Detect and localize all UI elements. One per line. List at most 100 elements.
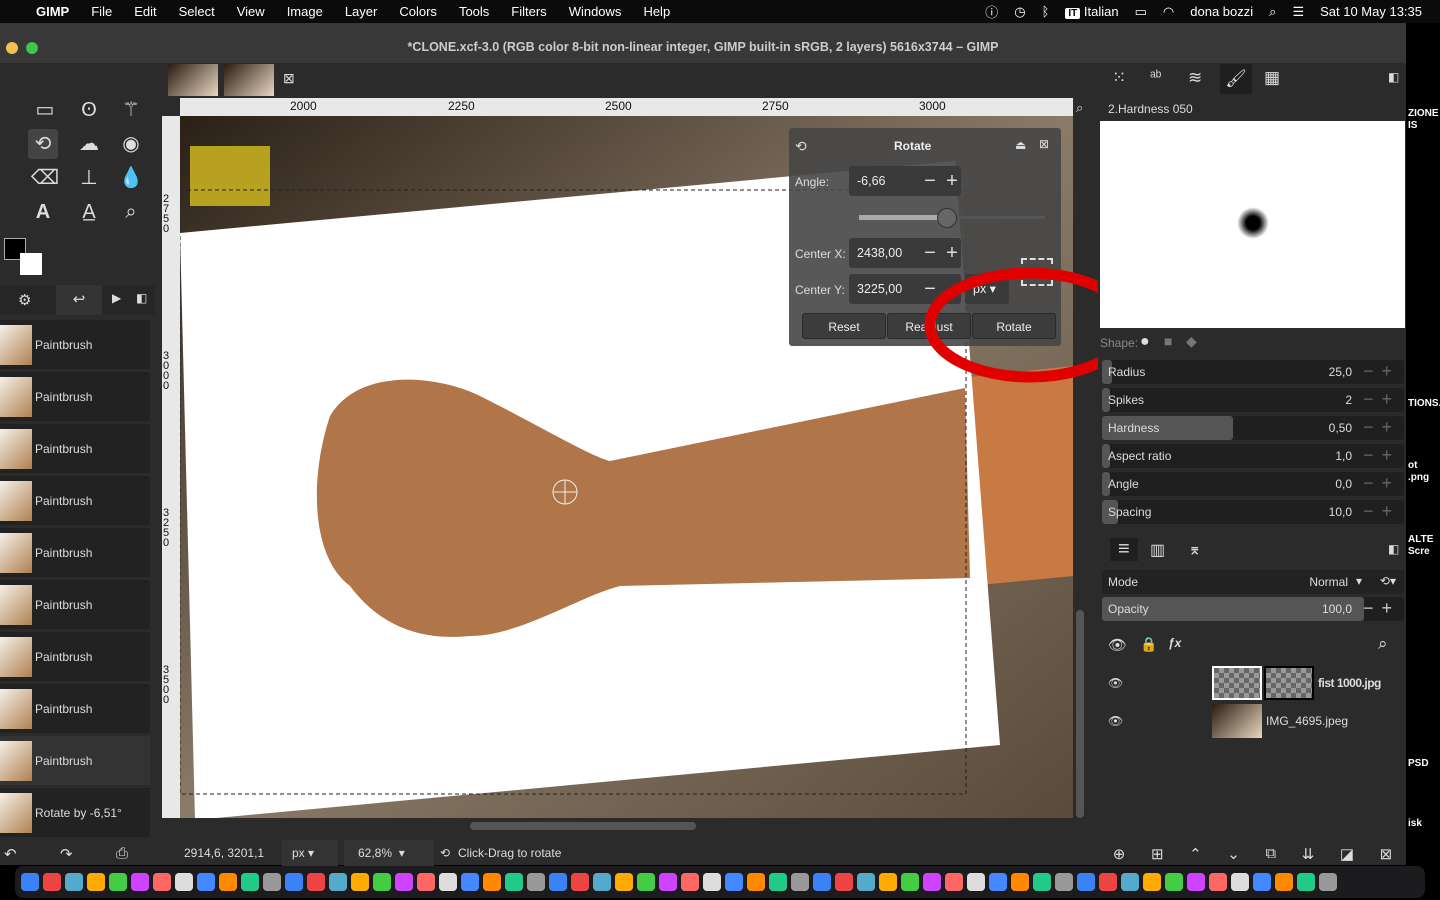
duplicate-layer-icon[interactable]: ⧉: [1265, 845, 1276, 865]
paint-tab-icon[interactable]: 🖌: [1220, 64, 1252, 94]
shape-diamond-icon[interactable]: ◆: [1186, 333, 1197, 350]
panel-menu-icon[interactable]: ◧: [1388, 70, 1399, 84]
spotlight-icon[interactable]: ⌕: [1269, 4, 1276, 20]
close-tab-icon[interactable]: ⊠: [283, 70, 295, 87]
history-item[interactable]: Paintbrush: [0, 632, 150, 682]
dock-app-icon[interactable]: [153, 873, 171, 891]
dock-app-icon[interactable]: [901, 873, 919, 891]
dock-app-icon[interactable]: [1187, 873, 1205, 891]
merge-layer-icon[interactable]: ⇊: [1302, 845, 1315, 865]
panel-menu-icon[interactable]: ◧: [136, 291, 147, 305]
delete-layer-icon[interactable]: ⊠: [1380, 845, 1393, 865]
desktop-label[interactable]: ZIONE: [1408, 108, 1440, 120]
background-color[interactable]: [20, 253, 42, 275]
raise-layer-icon[interactable]: ⌃: [1189, 845, 1202, 865]
dock-app-icon[interactable]: [1209, 873, 1227, 891]
undo-history-tab-icon[interactable]: ↩: [56, 285, 102, 315]
vertical-scrollbar[interactable]: [1076, 610, 1084, 818]
dock-app-icon[interactable]: [1253, 873, 1271, 891]
dock-app-icon[interactable]: [1055, 873, 1073, 891]
dock-app-icon[interactable]: [857, 873, 875, 891]
dock-app-icon[interactable]: [197, 873, 215, 891]
clock[interactable]: Sat 10 May 13:35: [1320, 4, 1422, 19]
dock-app-icon[interactable]: [593, 873, 611, 891]
layers-tab-icon[interactable]: ≡: [1110, 538, 1138, 561]
dock-app-icon[interactable]: [967, 873, 985, 891]
dock-app-icon[interactable]: [835, 873, 853, 891]
menu-view[interactable]: View: [237, 4, 265, 19]
visibility-header-icon[interactable]: 👁: [1108, 636, 1127, 654]
dock-app-icon[interactable]: [329, 873, 347, 891]
eye-icon[interactable]: 👁: [1108, 676, 1212, 690]
new-group-icon[interactable]: ⊞: [1151, 845, 1164, 865]
layer-row[interactable]: 👁 IMG_4695.jpeg: [1102, 702, 1404, 740]
dock-app-icon[interactable]: [21, 873, 39, 891]
menu-app[interactable]: GIMP: [36, 4, 69, 19]
bluetooth-icon[interactable]: ᛒ: [1042, 4, 1050, 19]
desktop-label[interactable]: ot: [1408, 460, 1440, 472]
paths-tab-icon[interactable]: ⌆: [1188, 540, 1201, 560]
dock-app-icon[interactable]: [483, 873, 501, 891]
dock-app-icon[interactable]: [43, 873, 61, 891]
dock-app-icon[interactable]: [813, 873, 831, 891]
eraser-icon[interactable]: ⌫: [30, 163, 60, 193]
user-name[interactable]: dona bozzi: [1190, 4, 1253, 19]
pin-icon[interactable]: ⏏: [1015, 138, 1026, 152]
history-item[interactable]: Paintbrush: [0, 580, 150, 630]
dock-app-icon[interactable]: [615, 873, 633, 891]
history-item[interactable]: Paintbrush: [0, 476, 150, 526]
history-item[interactable]: Paintbrush: [0, 528, 150, 578]
desktop-label[interactable]: .png: [1408, 472, 1440, 484]
panel-menu-icon[interactable]: ◧: [1388, 542, 1399, 556]
smudge-icon[interactable]: 💧: [116, 163, 146, 193]
clone-icon[interactable]: ⊥: [74, 163, 104, 193]
zoom-canvas-icon[interactable]: ⌕: [1076, 100, 1083, 116]
angle-decrease[interactable]: −: [919, 166, 941, 196]
dock-app-icon[interactable]: [263, 873, 281, 891]
brush-option-hardness[interactable]: Hardness 0,50 −+: [1102, 416, 1404, 440]
redo-icon[interactable]: ↷: [60, 845, 73, 863]
brush-option-aspect-ratio[interactable]: Aspect ratio 1,0 −+: [1102, 444, 1404, 468]
menu-windows[interactable]: Windows: [569, 4, 622, 19]
dock-app-icon[interactable]: [791, 873, 809, 891]
shape-square-icon[interactable]: ■: [1164, 333, 1172, 349]
menu-help[interactable]: Help: [643, 4, 670, 19]
dock-app-icon[interactable]: [1033, 873, 1051, 891]
option-stepper[interactable]: −+: [1363, 473, 1400, 494]
option-stepper[interactable]: −+: [1363, 361, 1400, 382]
history-item[interactable]: Rotate by -6,51°: [0, 788, 150, 838]
input-source[interactable]: IT Italian: [1065, 4, 1119, 19]
dock-app-icon[interactable]: [395, 873, 413, 891]
layer-row[interactable]: 👁 fist 1000.jpg: [1102, 664, 1404, 702]
desktop-label[interactable]: TIONS.: [1408, 398, 1440, 410]
dock-app-icon[interactable]: [461, 873, 479, 891]
dock-app-icon[interactable]: [923, 873, 941, 891]
image-tab-thumb[interactable]: [224, 64, 274, 96]
lower-layer-icon[interactable]: ⌄: [1227, 845, 1240, 865]
opacity-slider[interactable]: Opacity 100,0 −+: [1102, 597, 1404, 621]
history-item[interactable]: Paintbrush: [0, 372, 150, 422]
dock-app-icon[interactable]: [1319, 873, 1337, 891]
dock-app-icon[interactable]: [659, 873, 677, 891]
tab-arrow-icon[interactable]: ▶: [112, 291, 121, 305]
composite-icon[interactable]: ⟲▾: [1380, 574, 1396, 588]
menu-file[interactable]: File: [91, 4, 112, 19]
menu-filters[interactable]: Filters: [511, 4, 546, 19]
dock-app-icon[interactable]: [439, 873, 457, 891]
dock-app-icon[interactable]: [175, 873, 193, 891]
dock-app-icon[interactable]: [219, 873, 237, 891]
minimize-button[interactable]: [6, 42, 18, 54]
rotate-tool-icon[interactable]: ⟲: [28, 129, 58, 159]
layers-stack-icon[interactable]: ≋: [1188, 68, 1202, 88]
reset-button[interactable]: Reset: [802, 313, 886, 339]
shape-circle-icon[interactable]: ●: [1140, 333, 1150, 351]
brush-option-angle[interactable]: Angle 0,0 −+: [1102, 472, 1404, 496]
fx-icon[interactable]: ƒx: [1168, 636, 1181, 650]
history-item[interactable]: Paintbrush: [0, 320, 150, 370]
eye-icon[interactable]: 👁: [1108, 714, 1212, 728]
angle-slider-handle[interactable]: [937, 208, 957, 228]
mask-icon[interactable]: ◪: [1340, 845, 1354, 865]
desktop-label[interactable]: Scre: [1408, 546, 1440, 558]
dock-app-icon[interactable]: [681, 873, 699, 891]
dock-app-icon[interactable]: [769, 873, 787, 891]
